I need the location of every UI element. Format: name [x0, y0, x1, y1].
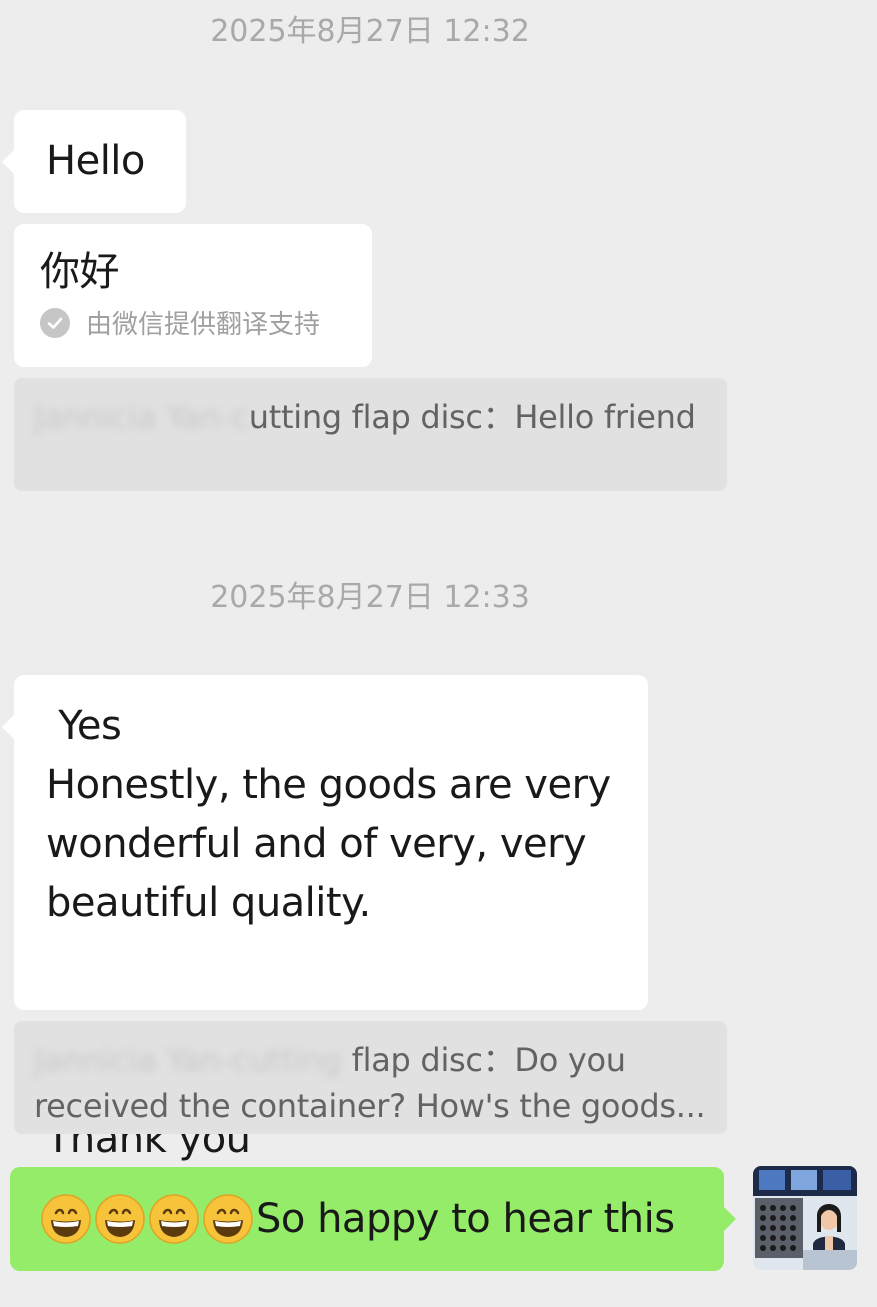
quoted-message[interactable]: Jannicia Yan-cutting flap disc：Do you re…: [14, 1021, 727, 1134]
quote-text: utting flap disc：Hello friend: [248, 398, 696, 436]
message-text: Hello: [46, 138, 145, 184]
translation-note: 由微信提供翻译支持: [40, 304, 346, 341]
sent-message-text: So happy to hear this: [256, 1196, 675, 1242]
translation-bubble[interactable]: 你好 由微信提供翻译支持: [14, 224, 372, 367]
grinning-emoji: [94, 1193, 146, 1245]
grinning-emoji: [202, 1193, 254, 1245]
quote-sender: Jannicia Yan-c: [34, 398, 249, 436]
timestamp: 2025年8月27日 12:32: [210, 14, 530, 49]
translation-note-label: 由微信提供翻译支持: [86, 310, 321, 340]
rose-emoji: [251, 933, 291, 1099]
quoted-message[interactable]: Jannicia Yan-cutting flap disc：Hello fri…: [14, 378, 727, 491]
grinning-emoji: [40, 1193, 92, 1245]
sent-message-bubble[interactable]: So happy to hear this: [10, 1167, 736, 1271]
timestamp: 2025年8月27日 12:33: [210, 580, 530, 615]
message-bubble-long[interactable]: Yes Honestly, the goods are very wonderf…: [2, 675, 648, 1162]
message-bubble-hello[interactable]: Hello: [2, 110, 186, 213]
check-icon: [40, 307, 70, 338]
translation-text: 你好: [40, 249, 120, 295]
avatar[interactable]: [753, 1166, 857, 1270]
quote-sender: Jannicia Yan-cutting: [34, 1041, 342, 1079]
grinning-emoji: [148, 1193, 200, 1245]
